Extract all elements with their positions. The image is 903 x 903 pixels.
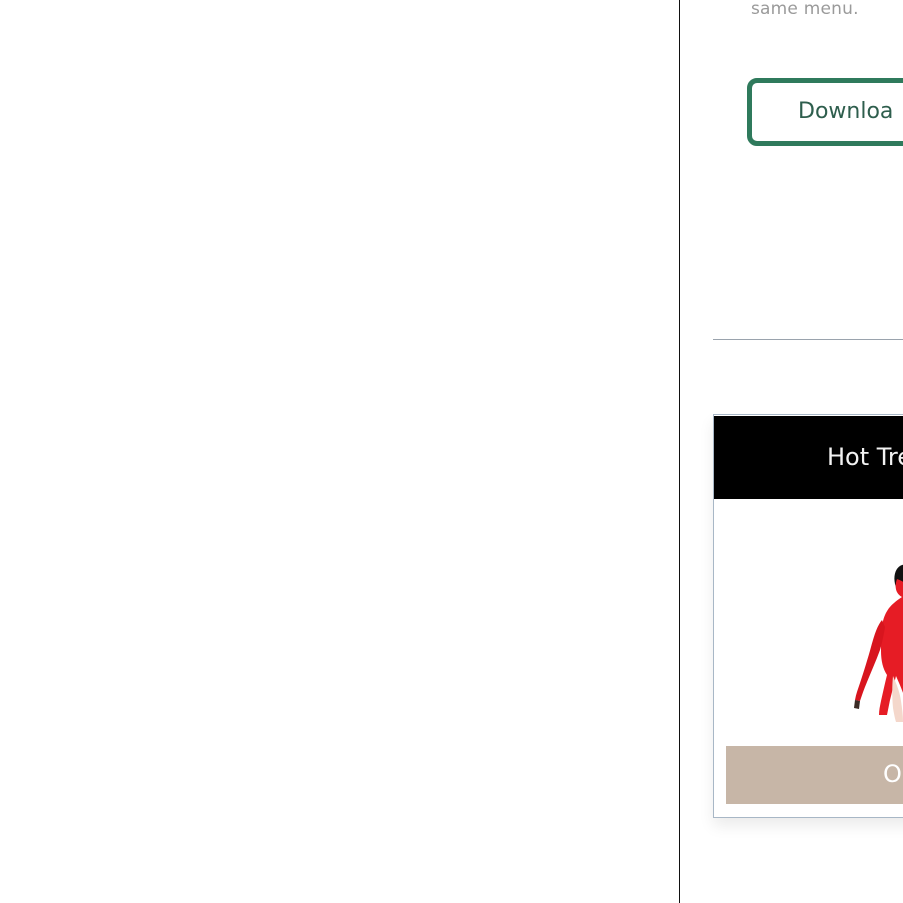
page: same menu. Downloa Hot Tre Ord — [0, 0, 903, 903]
vertical-divider — [679, 0, 680, 903]
blank-area — [0, 0, 679, 903]
woman-in-red-dress-image — [846, 555, 903, 740]
promo-title: Hot Tre — [827, 443, 903, 471]
order-button[interactable]: Ord — [726, 746, 903, 804]
horizontal-divider — [713, 339, 903, 340]
download-button[interactable]: Downloa — [747, 78, 903, 146]
promo-header: Hot Tre — [714, 416, 903, 499]
promo-card: Hot Tre Ord — [713, 414, 903, 818]
note-text: same menu. — [751, 0, 859, 19]
